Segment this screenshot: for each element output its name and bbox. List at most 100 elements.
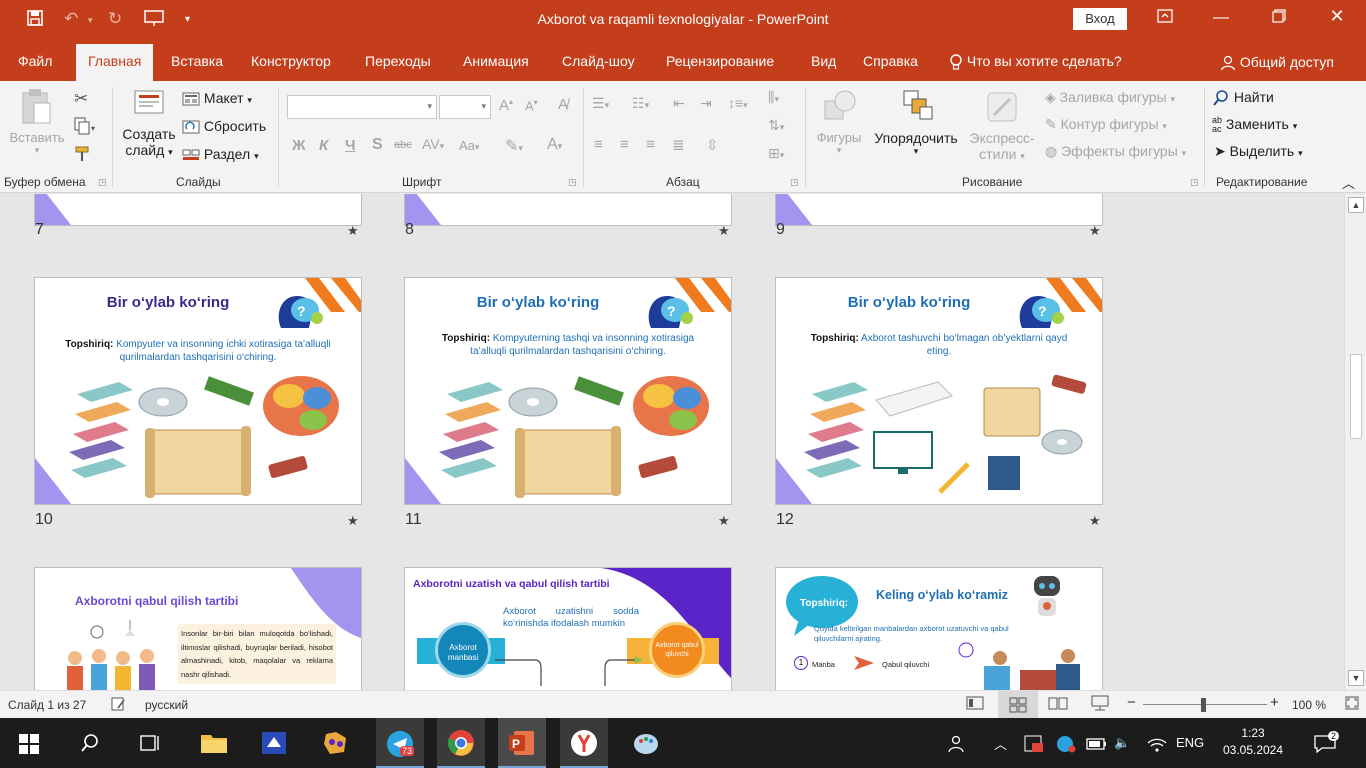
- reset-button[interactable]: Сбросить: [182, 118, 266, 134]
- underline-button[interactable]: Ч: [345, 137, 356, 154]
- search-icon[interactable]: [66, 718, 114, 768]
- clear-formatting-icon[interactable]: A̸: [558, 96, 568, 113]
- login-button[interactable]: Вход: [1073, 8, 1127, 30]
- columns-icon[interactable]: ⫼▾: [768, 89, 779, 106]
- fit-to-window-icon[interactable]: [1344, 695, 1360, 714]
- tab-insert[interactable]: Вставка: [171, 53, 223, 69]
- tab-design[interactable]: Конструктор: [251, 53, 331, 69]
- transition-star-icon[interactable]: ★: [718, 513, 730, 529]
- shapes-button[interactable]: Фигуры ▾: [810, 87, 868, 156]
- tab-file[interactable]: Файл: [18, 53, 52, 69]
- bullets-icon[interactable]: ☰▾: [592, 95, 609, 112]
- tab-view[interactable]: Вид: [811, 53, 836, 69]
- slideshow-view-icon[interactable]: [1090, 695, 1110, 714]
- numbering-icon[interactable]: ☷▾: [632, 95, 649, 112]
- increase-font-icon[interactable]: A▴: [499, 97, 513, 114]
- file-explorer-icon[interactable]: [190, 718, 238, 768]
- line-spacing-icon[interactable]: ↕≡▾: [728, 95, 748, 111]
- select-button[interactable]: ➤ Выделить ▾: [1214, 143, 1303, 160]
- slide-thumbnail[interactable]: [775, 194, 1103, 226]
- paste-button[interactable]: Вставить ▾: [8, 87, 66, 156]
- collapse-ribbon-icon[interactable]: ︿: [1342, 173, 1355, 192]
- share-button[interactable]: Общий доступ: [1220, 54, 1334, 71]
- tell-me-search[interactable]: Что вы хотите сделать?: [949, 53, 1122, 71]
- clipboard-launcher-icon[interactable]: ◳: [98, 177, 107, 188]
- shape-effects-button[interactable]: ◍ Эффекты фигуры ▾: [1045, 143, 1186, 160]
- game-app-icon[interactable]: [312, 718, 360, 768]
- transition-star-icon[interactable]: ★: [347, 513, 359, 529]
- font-size-combo[interactable]: ▾: [439, 95, 491, 119]
- scanner-app-icon[interactable]: [250, 718, 298, 768]
- spellcheck-icon[interactable]: [110, 696, 126, 715]
- transition-star-icon[interactable]: ★: [1089, 513, 1101, 529]
- replace-button[interactable]: ab ac Заменить ▾: [1212, 116, 1297, 134]
- slide-thumbnail[interactable]: [34, 194, 362, 226]
- tab-slideshow[interactable]: Слайд-шоу: [562, 53, 635, 69]
- new-slide-button[interactable]: Создать слайд ▾: [118, 87, 180, 158]
- increase-indent-icon[interactable]: ⇥: [700, 95, 712, 112]
- tab-home[interactable]: Главная: [76, 44, 154, 81]
- strikethrough-button[interactable]: abc: [394, 139, 412, 151]
- scroll-thumb[interactable]: [1350, 354, 1362, 439]
- paint-app-icon[interactable]: [622, 718, 670, 768]
- system-clock[interactable]: 1:23 03.05.2024: [1218, 725, 1288, 759]
- align-center-icon[interactable]: ≡: [620, 136, 629, 153]
- char-spacing-icon[interactable]: AV▾: [422, 136, 444, 152]
- slide-thumbnail-12[interactable]: Bir o‘ylab ko‘ring ? Topshiriq: Axborot …: [775, 277, 1103, 505]
- scroll-up-icon[interactable]: ▲: [1348, 197, 1364, 213]
- font-name-combo[interactable]: ▾: [287, 95, 437, 119]
- font-color-icon[interactable]: A▾: [547, 136, 562, 154]
- layout-button[interactable]: Макет ▾: [182, 90, 252, 106]
- transition-star-icon[interactable]: ★: [1089, 223, 1101, 239]
- transition-star-icon[interactable]: ★: [718, 223, 730, 239]
- task-view-icon[interactable]: [126, 718, 174, 768]
- slide-sorter-view-icon[interactable]: [998, 691, 1038, 719]
- slide-thumbnail-13[interactable]: Axborotni qabul qilish tartibi Insonlar …: [34, 567, 362, 690]
- ribbon-display-icon[interactable]: [1150, 9, 1180, 28]
- slide-thumbnail-15[interactable]: Topshiriq: Keling o‘ylab ko‘ramiz Quyida…: [775, 567, 1103, 690]
- slide-thumbnail[interactable]: [404, 194, 732, 226]
- align-right-icon[interactable]: ≡: [646, 136, 655, 153]
- normal-view-icon[interactable]: [966, 695, 984, 714]
- slide-thumbnail-14[interactable]: Axborotni uzatish va qabul qilish tartib…: [404, 567, 732, 690]
- tray-telegram-icon[interactable]: [1056, 735, 1076, 756]
- bold-button[interactable]: Ж: [292, 137, 306, 154]
- reading-view-icon[interactable]: [1048, 695, 1068, 714]
- battery-icon[interactable]: [1086, 735, 1108, 756]
- people-icon[interactable]: [948, 735, 970, 756]
- windows-start-icon[interactable]: [6, 718, 54, 768]
- yandex-browser-icon[interactable]: [560, 718, 608, 768]
- tab-animations[interactable]: Анимация: [463, 53, 529, 69]
- slide-thumbnail-10[interactable]: Bir o‘ylab ko‘ring ? Topshiriq: Kompyute…: [34, 277, 362, 505]
- volume-icon[interactable]: 🔈: [1114, 735, 1130, 751]
- shape-outline-button[interactable]: ✎ Контур фигуры ▾: [1045, 116, 1167, 133]
- font-launcher-icon[interactable]: ◳: [568, 177, 577, 188]
- slide-thumbnail-11[interactable]: Bir o‘ylab ko‘ring ? Topshiriq: Kompyute…: [404, 277, 732, 505]
- italic-button[interactable]: К: [319, 137, 328, 154]
- change-case-button[interactable]: Aa▾: [459, 138, 479, 153]
- language-indicator[interactable]: русский: [145, 698, 188, 712]
- drawing-launcher-icon[interactable]: ◳: [1190, 177, 1199, 188]
- tray-overflow-icon[interactable]: ︿: [994, 734, 1007, 753]
- decrease-indent-icon[interactable]: ⇤: [673, 95, 685, 112]
- format-painter-icon[interactable]: [74, 145, 94, 166]
- minimize-icon[interactable]: —: [1206, 9, 1236, 27]
- quick-styles-button[interactable]: Экспресс- стили ▾: [964, 87, 1040, 162]
- maximize-icon[interactable]: [1264, 9, 1294, 28]
- find-button[interactable]: Найти: [1212, 89, 1274, 107]
- chrome-icon[interactable]: [437, 718, 485, 768]
- notifications-icon[interactable]: 2: [1314, 731, 1340, 756]
- tab-review[interactable]: Рецензирование: [666, 53, 774, 69]
- tray-app-red-icon[interactable]: [1024, 735, 1044, 756]
- input-language[interactable]: ENG: [1176, 735, 1204, 750]
- zoom-out-icon[interactable]: −: [1127, 694, 1136, 711]
- powerpoint-icon[interactable]: P: [498, 718, 546, 768]
- shadow-button[interactable]: S: [372, 136, 383, 154]
- zoom-level[interactable]: 100 %: [1292, 698, 1326, 712]
- text-direction-icon[interactable]: ⇅▾: [768, 117, 784, 134]
- wifi-icon[interactable]: [1146, 735, 1168, 756]
- highlight-icon[interactable]: ✎▾: [505, 136, 523, 156]
- transition-star-icon[interactable]: ★: [347, 223, 359, 239]
- decrease-font-icon[interactable]: A▾: [525, 98, 538, 113]
- align-left-icon[interactable]: ≡: [594, 136, 603, 153]
